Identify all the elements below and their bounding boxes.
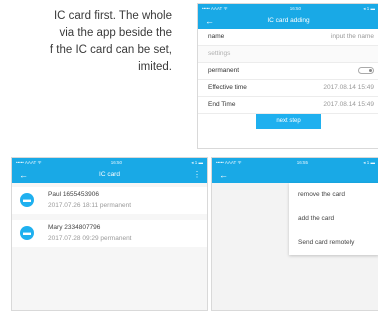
ic-card-menu-screen: ••••• AAAT ᯤ 16:55 ◂ 1 ▬ ← remove the ca… (211, 157, 378, 311)
intro-line: imited. (138, 61, 172, 73)
card-name: Mary 2334807796 (48, 224, 101, 231)
effective-time-label: Effective time (208, 84, 247, 91)
back-arrow-icon[interactable]: ← (205, 13, 214, 29)
battery-icon: ◂ 1 ▬ (363, 6, 375, 11)
battery-icon: ◂ 1 ▬ (363, 160, 375, 165)
page-title: IC card (99, 171, 120, 178)
menu-item-add-card[interactable]: add the card (289, 207, 378, 231)
status-bar: ••••• AAAT ᯤ 16:50 ◂ 1 ▬ (12, 158, 207, 167)
effective-time-row[interactable]: Effective time 2017.08.14 15:49 (198, 80, 378, 97)
list-item[interactable]: ▬ Paul 1655453906 2017.07.26 18:11 perma… (12, 187, 207, 214)
more-menu-icon[interactable]: ⋮ (193, 167, 201, 183)
card-meta: 2017.07.26 18:11 permanent (48, 202, 132, 209)
status-bar: ••••• AAAT ᯤ 16:55 ◂ 1 ▬ (212, 158, 378, 167)
settings-label: settings (208, 50, 231, 57)
content-area: remove the card add the card Send card r… (212, 183, 378, 310)
menu-item-send-card-remotely[interactable]: Send card remotely (289, 231, 378, 255)
back-arrow-icon[interactable]: ← (19, 167, 28, 183)
carrier-label: ••••• AAAT ᯤ (216, 160, 242, 165)
time-label: 16:50 (289, 6, 302, 11)
card-icon: ▬ (20, 193, 34, 207)
intro-line: f the IC card can be set, (49, 44, 172, 56)
list-item[interactable]: ▬ Mary 2334807796 2017.07.28 09:29 perma… (12, 220, 207, 247)
card-list: ▬ Paul 1655453906 2017.07.26 18:11 perma… (12, 183, 207, 310)
end-time-row[interactable]: End Time 2017.08.14 15:49 (198, 97, 378, 114)
permanent-row: permanent (198, 63, 378, 80)
time-label: 16:55 (296, 160, 309, 165)
dropdown-menu: remove the card add the card Send card r… (289, 183, 378, 255)
card-icon: ▬ (20, 226, 34, 240)
status-bar: ••••• AAAT ᯤ 16:50 ◂ 1 ▬ (198, 4, 378, 13)
effective-time-value[interactable]: 2017.08.14 15:49 (323, 80, 374, 96)
intro-line: via the app beside the (59, 27, 172, 39)
name-field[interactable]: name input the name (198, 29, 378, 46)
ic-card-list-screen: ••••• AAAT ᯤ 16:50 ◂ 1 ▬ ← IC card ⋮ ▬ P… (11, 157, 208, 311)
time-label: 16:50 (110, 160, 123, 165)
card-name: Paul 1655453906 (48, 191, 99, 198)
app-bar: ← IC card adding (198, 13, 378, 29)
intro-line: IC card first. The whole (53, 10, 172, 22)
settings-header: settings (198, 46, 378, 63)
app-bar: ← (212, 167, 378, 183)
ic-card-adding-screen: ••••• AAAT ᯤ 16:50 ◂ 1 ▬ ← IC card addin… (197, 3, 378, 149)
intro-text: IC card first. The whole via the app bes… (0, 8, 172, 76)
permanent-label: permanent (208, 67, 240, 74)
end-time-value[interactable]: 2017.08.14 15:49 (323, 97, 374, 113)
battery-icon: ◂ 1 ▬ (191, 160, 203, 165)
carrier-label: ••••• AAAT ᯤ (16, 160, 42, 165)
app-bar: ← IC card ⋮ (12, 167, 207, 183)
name-label: name (208, 33, 225, 40)
end-time-label: End Time (208, 101, 236, 108)
page-title: IC card adding (267, 17, 310, 24)
menu-item-remove-card[interactable]: remove the card (289, 183, 378, 207)
back-arrow-icon[interactable]: ← (219, 167, 228, 183)
name-input[interactable]: input the name (331, 29, 374, 45)
carrier-label: ••••• AAAT ᯤ (202, 6, 228, 11)
next-step-button[interactable]: next step (256, 114, 321, 129)
card-meta: 2017.07.28 09:29 permanent (48, 235, 132, 242)
permanent-toggle[interactable] (358, 67, 374, 74)
